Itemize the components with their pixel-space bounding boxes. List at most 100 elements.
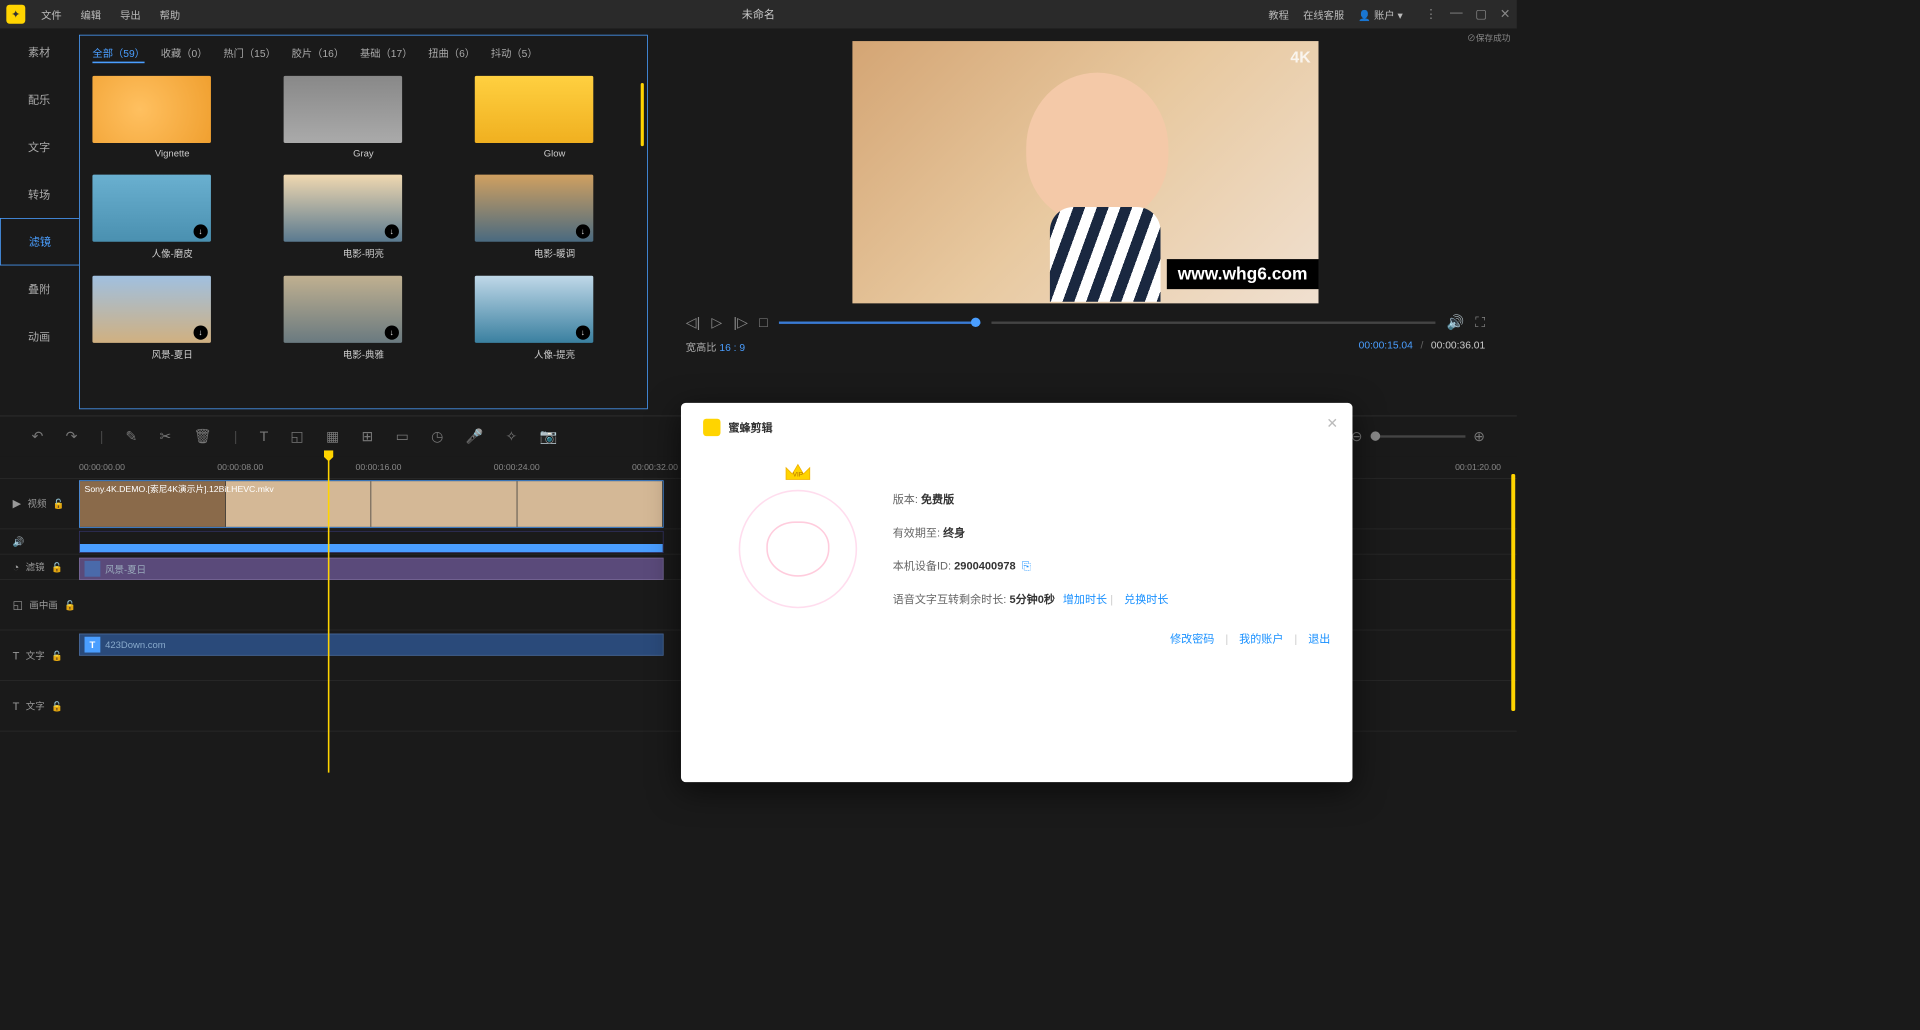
next-frame-icon[interactable]: |▷ — [733, 314, 748, 331]
filter-item-3[interactable]: ↓人像-磨皮 — [92, 175, 252, 260]
filter-tab-2[interactable]: 热门（15） — [223, 45, 276, 63]
player-controls: ◁| ▷ |▷ □ 🔊 ⛶ — [686, 314, 1485, 331]
sidebar-item-0[interactable]: 素材 — [0, 28, 79, 75]
link-support[interactable]: 在线客服 — [1303, 7, 1344, 22]
menu-export[interactable]: 导出 — [120, 7, 141, 22]
play-icon[interactable]: ▷ — [711, 314, 722, 331]
sidebar-item-2[interactable]: 文字 — [0, 123, 79, 170]
text-clip[interactable]: T 423Down.com — [79, 634, 664, 656]
mic-icon[interactable]: 🎤 — [466, 428, 484, 445]
minimize-icon[interactable]: — — [1450, 6, 1463, 22]
zoom-out-icon[interactable]: ⊖ — [1351, 428, 1363, 445]
settings-icon[interactable]: ⋮ — [1425, 6, 1438, 22]
filter-item-5[interactable]: ↓电影-暖调 — [475, 175, 635, 260]
document-title: 未命名 — [742, 6, 775, 22]
add-time-link[interactable]: 增加时长 — [1063, 591, 1107, 607]
filter-item-2[interactable]: Glow — [475, 76, 635, 159]
lock-icon[interactable]: 🔓 — [64, 599, 76, 610]
video-clip[interactable]: Sony.4K.DEMO.[索尼4K演示片].12Bit.HEVC.mkv — [79, 480, 664, 527]
account-menu[interactable]: 👤 账户 ▾ — [1358, 7, 1402, 22]
logout-link[interactable]: 退出 — [1308, 632, 1330, 645]
filter-tab-6[interactable]: 抖动（5） — [491, 45, 538, 63]
close-icon[interactable]: ✕ — [1500, 6, 1511, 22]
mosaic-icon[interactable]: ▦ — [326, 428, 339, 445]
sidebar-item-3[interactable]: 转场 — [0, 171, 79, 218]
camera-icon[interactable]: 📷 — [540, 428, 558, 445]
menu-file[interactable]: 文件 — [41, 7, 62, 22]
filter-tab-1[interactable]: 收藏（0） — [161, 45, 208, 63]
sidebar-item-6[interactable]: 动画 — [0, 313, 79, 360]
cut-icon[interactable]: ✂ — [160, 428, 172, 445]
filter-item-8[interactable]: ↓人像-提亮 — [475, 276, 635, 361]
playhead[interactable] — [328, 457, 330, 773]
grid-icon[interactable]: ⊞ — [362, 428, 374, 445]
stop-icon[interactable]: □ — [759, 314, 768, 331]
download-icon[interactable]: ↓ — [576, 224, 590, 238]
download-icon[interactable]: ↓ — [576, 325, 590, 339]
link-tutorial[interactable]: 教程 — [1268, 7, 1289, 22]
timer-icon[interactable]: ◷ — [431, 428, 443, 445]
maximize-icon[interactable]: ▢ — [1475, 6, 1487, 22]
filter-tab-0[interactable]: 全部（59） — [92, 45, 145, 63]
zoom-in-icon[interactable]: ⊕ — [1473, 428, 1485, 445]
filter-item-4[interactable]: ↓电影-明亮 — [284, 175, 444, 260]
text-tool-icon[interactable]: T — [260, 428, 269, 445]
filter-thumb: ↓ — [284, 276, 403, 343]
fullscreen-icon[interactable]: ⛶ — [1475, 314, 1485, 331]
timeline-scrollbar[interactable] — [1511, 474, 1515, 711]
aspect-value[interactable]: 16 : 9 — [719, 341, 745, 353]
progress-played[interactable] — [779, 322, 981, 324]
exchange-time-link[interactable]: 兑换时长 — [1124, 591, 1168, 607]
filter-thumb — [475, 76, 594, 143]
filter-name: Vignette — [92, 148, 252, 159]
audio-waveform[interactable] — [79, 531, 664, 553]
progress-remaining[interactable] — [992, 322, 1436, 324]
main-menu: 文件 编辑 导出 帮助 — [41, 7, 180, 22]
zoom-slider[interactable] — [1371, 435, 1466, 437]
filter-item-7[interactable]: ↓电影-典雅 — [284, 276, 444, 361]
version-value: 免费版 — [921, 491, 954, 507]
screenshot-icon[interactable]: ▭ — [396, 428, 409, 445]
mute-icon[interactable]: 🔊 — [13, 536, 25, 547]
sidebar-item-1[interactable]: 配乐 — [0, 76, 79, 123]
download-icon[interactable]: ↓ — [385, 224, 399, 238]
sidebar-item-4[interactable]: 滤镜 — [0, 218, 79, 265]
change-password-link[interactable]: 修改密码 — [1170, 632, 1214, 645]
panel-scrollbar[interactable] — [641, 83, 644, 146]
filter-item-0[interactable]: Vignette — [92, 76, 252, 159]
download-icon[interactable]: ↓ — [194, 325, 208, 339]
filter-clip[interactable]: 风景-夏日 — [79, 558, 664, 580]
link-separator: | — [1110, 593, 1113, 606]
lock-icon[interactable]: 🔓 — [51, 561, 63, 572]
my-account-link[interactable]: 我的账户 — [1239, 632, 1283, 645]
lock-icon[interactable]: 🔓 — [53, 498, 65, 509]
lock-icon[interactable]: 🔓 — [51, 650, 63, 661]
menu-edit[interactable]: 编辑 — [81, 7, 102, 22]
progress-knob[interactable] — [971, 318, 980, 327]
filter-item-1[interactable]: Gray — [284, 76, 444, 159]
undo-icon[interactable]: ↶ — [32, 428, 44, 445]
filter-tab-5[interactable]: 扭曲（6） — [428, 45, 475, 63]
filter-thumb: ↓ — [475, 276, 594, 343]
prev-frame-icon[interactable]: ◁| — [686, 314, 701, 331]
menu-help[interactable]: 帮助 — [160, 7, 181, 22]
ai-icon[interactable]: ✧ — [506, 428, 518, 445]
lock-icon[interactable]: 🔓 — [51, 700, 63, 711]
crop-icon[interactable]: ◱ — [290, 428, 303, 445]
zoom-knob[interactable] — [1371, 431, 1380, 440]
edit-icon[interactable]: ✎ — [126, 428, 138, 445]
copy-icon[interactable]: ⎘ — [1022, 559, 1031, 572]
download-icon[interactable]: ↓ — [385, 325, 399, 339]
sidebar-item-5[interactable]: 叠附 — [0, 265, 79, 312]
filter-tab-3[interactable]: 胶片（16） — [292, 45, 345, 63]
download-icon[interactable]: ↓ — [194, 224, 208, 238]
modal-close-icon[interactable]: ✕ — [1326, 416, 1338, 433]
video-preview[interactable]: 4K www.whg6.com — [852, 41, 1318, 303]
filter-grid: Vignette Gray Glow ↓人像-磨皮 ↓电影-明亮 ↓电影-暖调 ↓风景-夏日… — [92, 76, 634, 361]
redo-icon[interactable]: ↷ — [66, 428, 78, 445]
volume-icon[interactable]: 🔊 — [1446, 314, 1464, 331]
filter-tab-4[interactable]: 基础（17） — [360, 45, 413, 63]
video-track-label: 视频 — [27, 497, 46, 510]
delete-icon[interactable]: 🗑 — [194, 428, 212, 445]
filter-item-6[interactable]: ↓风景-夏日 — [92, 276, 252, 361]
